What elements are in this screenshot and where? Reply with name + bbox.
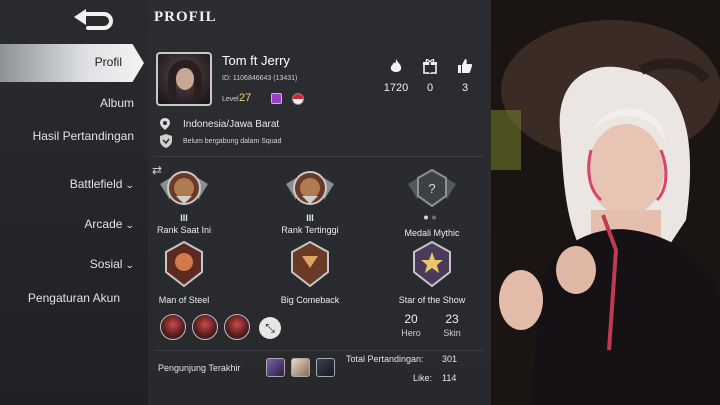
skin-count[interactable]: 23 Skin bbox=[437, 312, 467, 338]
visitor-avatar[interactable] bbox=[316, 358, 335, 377]
medal-icon bbox=[413, 240, 451, 288]
sidebar-item-label: Battlefield bbox=[69, 177, 123, 191]
achievement-label: Star of the Show bbox=[398, 295, 466, 305]
avatar[interactable] bbox=[156, 52, 212, 106]
sidebar-item-label: Hasil Pertandingan bbox=[32, 129, 134, 143]
skin-count-label: Skin bbox=[443, 328, 461, 338]
sidebar-item-hasil-pertandingan[interactable]: Hasil Pertandingan bbox=[14, 130, 134, 143]
location-pin-icon bbox=[160, 118, 170, 130]
portrait-image bbox=[491, 0, 720, 405]
sidebar-item-profil[interactable]: Profil bbox=[0, 44, 144, 82]
rank-current-label: Rank Saat Ini bbox=[156, 225, 212, 235]
gift-icon bbox=[423, 59, 437, 74]
squad-status: Belum bergabung dalam Squad bbox=[183, 138, 282, 145]
sidebar-item-label: Profil bbox=[94, 55, 122, 69]
mythic-medal-label: Medali Mythic bbox=[404, 228, 460, 238]
favorite-hero-avatar[interactable] bbox=[192, 314, 218, 340]
level-label: Level bbox=[222, 96, 239, 103]
achievement-label: Man of Steel bbox=[158, 295, 210, 305]
total-matches: Total Pertandingan: 301 bbox=[346, 354, 457, 364]
sidebar-item-album[interactable]: Album bbox=[4, 97, 134, 110]
medal-icon bbox=[291, 240, 329, 288]
profile-panel: PROFIL Tom ft Jerry ID: 1106846643 (1343… bbox=[148, 0, 491, 405]
total-likes-value: 114 bbox=[442, 373, 457, 383]
popularity-count: 1720 bbox=[383, 82, 409, 94]
rank-highest[interactable]: III Rank Tertinggi bbox=[260, 166, 360, 235]
medal-icon bbox=[165, 240, 203, 288]
rank-current[interactable]: III Rank Saat Ini bbox=[134, 166, 234, 235]
sidebar-item-battlefield[interactable]: Battlefield ⌄ bbox=[4, 177, 135, 192]
achievement-label: Big Comeback bbox=[280, 295, 340, 305]
popularity-stat[interactable]: 1720 bbox=[379, 58, 413, 94]
page-title: PROFIL bbox=[154, 9, 217, 25]
recent-visitors-label: Pengunjung Terakhir bbox=[158, 363, 241, 373]
visitor-avatar[interactable] bbox=[266, 358, 285, 377]
star-badge-icon[interactable] bbox=[271, 93, 282, 104]
hero-count-value: 20 bbox=[404, 312, 418, 326]
rank-emblem-icon bbox=[160, 171, 208, 205]
favorite-hero-avatar[interactable] bbox=[224, 314, 250, 340]
sidebar-item-label: Arcade bbox=[84, 217, 123, 231]
achievement-star-of-the-show[interactable]: Star of the Show bbox=[382, 240, 482, 305]
level-value: 27 bbox=[239, 92, 252, 104]
visitor-avatar[interactable] bbox=[291, 358, 310, 377]
sidebar-item-sosial[interactable]: Sosial ⌄ bbox=[4, 257, 135, 272]
total-matches-value: 301 bbox=[442, 354, 458, 364]
rank-mythic-medal[interactable]: ? Medali Mythic bbox=[382, 166, 482, 238]
profile-photo bbox=[491, 0, 720, 405]
favorite-hero-avatar[interactable] bbox=[160, 314, 186, 340]
rank-highest-label: Rank Tertinggi bbox=[281, 225, 339, 235]
total-matches-label: Total Pertandingan: bbox=[346, 354, 424, 364]
like-count: 3 bbox=[461, 82, 469, 94]
divider bbox=[154, 156, 484, 157]
gift-count: 0 bbox=[426, 82, 434, 94]
hero-count-label: Hero bbox=[401, 328, 421, 338]
svg-text:?: ? bbox=[428, 181, 435, 196]
player-id: ID: 1106846643 (13431) bbox=[222, 75, 298, 82]
total-likes-label: Like: bbox=[413, 373, 433, 383]
indonesia-flag-icon bbox=[292, 93, 304, 105]
sidebar-item-pengaturan-akun[interactable]: Pengaturan Akun bbox=[20, 292, 120, 305]
divider bbox=[154, 350, 484, 351]
thumbs-up-icon bbox=[458, 59, 473, 73]
sidebar-item-label: Album bbox=[99, 96, 134, 110]
expand-icon[interactable]: ⤡ bbox=[259, 317, 281, 339]
back-arrow-icon[interactable] bbox=[70, 6, 116, 32]
gift-stat[interactable]: 0 bbox=[413, 58, 447, 94]
sidebar: Profil Album Hasil Pertandingan Battlefi… bbox=[0, 0, 148, 405]
sidebar-item-arcade[interactable]: Arcade ⌄ bbox=[4, 217, 135, 232]
achievement-big-comeback[interactable]: Big Comeback bbox=[260, 240, 360, 305]
like-stat[interactable]: 3 bbox=[448, 58, 482, 94]
mythic-medal-icon: ? bbox=[408, 168, 456, 208]
sidebar-item-label: Pengaturan Akun bbox=[27, 291, 120, 305]
location-text: Indonesia/Jawa Barat bbox=[183, 119, 280, 130]
sidebar-item-label: Sosial bbox=[89, 257, 123, 271]
hero-count[interactable]: 20 Hero bbox=[396, 312, 426, 338]
pagination-dots bbox=[424, 215, 436, 220]
player-name: Tom ft Jerry bbox=[222, 53, 290, 68]
rank-emblem-icon bbox=[286, 171, 334, 205]
flame-icon bbox=[390, 59, 402, 72]
skin-count-value: 23 bbox=[445, 312, 459, 326]
squad-shield-icon bbox=[160, 134, 172, 148]
achievement-man-of-steel[interactable]: Man of Steel bbox=[134, 240, 234, 305]
